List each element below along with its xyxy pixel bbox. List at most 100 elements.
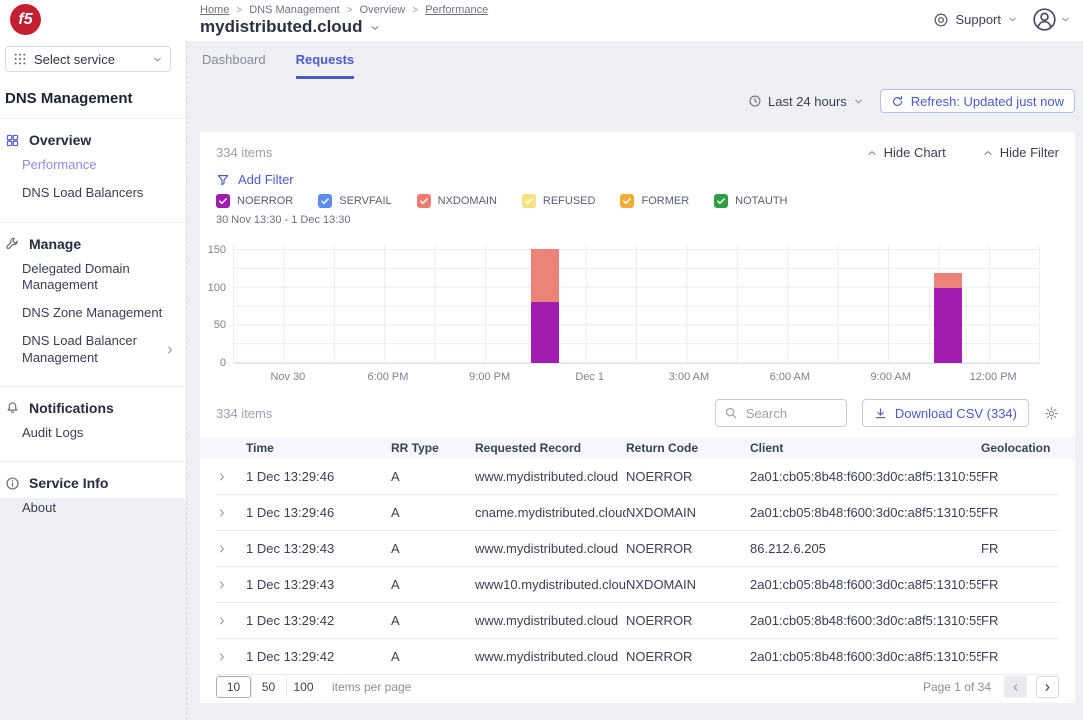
avatar [1032,7,1057,32]
breadcrumb-item[interactable]: Overview [360,4,406,16]
page-size-option-10[interactable]: 10 [216,676,251,698]
sidebar-item-delegated-domain-management[interactable]: Delegated Domain Management [5,255,186,300]
cell-client: 2a01:cb05:8b48:f600:3d0c:a8f5:1310:55f4 [750,649,981,664]
sidebar-group-overview[interactable]: Overview [5,129,186,151]
column-header-client: Client [750,441,981,455]
info-icon [5,476,20,491]
legend-item-former[interactable]: FORMER [620,194,689,208]
cell-time: 1 Dec 13:29:42 [246,649,391,664]
sidebar-group: OverviewPerformanceDNS Load Balancers [0,119,186,211]
column-header-return-code: Return Code [626,441,750,455]
legend-label: SERVFAIL [339,195,391,207]
sidebar-item-dns-load-balancers[interactable]: DNS Load Balancers [5,179,186,207]
chart-bar-segment-nxdomain [934,273,962,287]
cell-rr_type: A [391,613,475,628]
chart-date-range: 30 Nov 13:30 - 1 Dec 13:30 [216,214,351,226]
cell-time: 1 Dec 13:29:46 [246,505,391,520]
search-icon [724,406,738,420]
row-expand-chevron-icon[interactable] [216,579,246,591]
pagination-bar: 1050100 items per page Page 1 of 34 [216,674,1059,700]
chart-bar[interactable] [531,249,559,363]
table-row: 1 Dec 13:29:43Awww.mydistributed.cloudNO… [216,531,1059,567]
cell-geolocation: FR [981,649,1059,664]
row-expand-chevron-icon[interactable] [216,651,246,663]
sidebar-group-service-info[interactable]: Service Info [5,472,186,494]
tab-bar: Dashboard Requests [202,52,354,79]
legend-checkbox[interactable] [417,194,431,208]
sidebar-item-performance[interactable]: Performance [5,151,186,179]
sidebar-item-audit-logs[interactable]: Audit Logs [5,419,186,447]
add-filter-button[interactable]: Add Filter [216,172,294,187]
sidebar-group-label: Service Info [29,475,108,491]
legend-item-noerror[interactable]: NOERROR [216,194,293,208]
sidebar-group-manage[interactable]: Manage [5,233,186,255]
cell-requested_record: www10.mydistributed.cloud [475,577,626,592]
row-expand-chevron-icon[interactable] [216,543,246,555]
cell-return_code: NXDOMAIN [626,505,750,520]
service-title-row[interactable]: mydistributed.cloud [200,17,381,37]
breadcrumb: Home>DNS Management>Overview>Performance [200,4,488,16]
breadcrumb-item[interactable]: Performance [425,4,488,16]
hide-chart-button[interactable]: Hide Chart [866,145,946,160]
row-expand-chevron-icon[interactable] [216,615,246,627]
breadcrumb-separator: > [347,5,353,16]
cell-time: 1 Dec 13:29:43 [246,541,391,556]
sidebar-divider-line [186,41,187,720]
cell-requested_record: www.mydistributed.cloud [475,541,626,556]
cell-geolocation: FR [981,613,1059,628]
refresh-button[interactable]: Refresh: Updated just now [880,89,1075,113]
row-expand-chevron-icon[interactable] [216,507,246,519]
legend-checkbox[interactable] [714,194,728,208]
breadcrumb-item[interactable]: DNS Management [249,4,340,16]
legend-checkbox[interactable] [216,194,230,208]
legend-item-servfail[interactable]: SERVFAIL [318,194,391,208]
row-expand-chevron-icon[interactable] [216,471,246,483]
sidebar-group-label: Manage [29,236,81,252]
sidebar-item-label: Delegated Domain Management [22,261,130,292]
sidebar-group-notifications[interactable]: Notifications [5,397,186,419]
legend-item-nxdomain[interactable]: NXDOMAIN [417,194,497,208]
time-range-dropdown[interactable]: Last 24 hours [748,94,864,109]
cell-rr_type: A [391,649,475,664]
legend-checkbox[interactable] [522,194,536,208]
chart-bar[interactable] [934,273,962,363]
cell-geolocation: FR [981,577,1059,592]
legend-item-notauth[interactable]: NOTAUTH [714,194,787,208]
sidebar-item-dns-zone-management[interactable]: DNS Zone Management [5,299,186,327]
service-selector[interactable]: Select service [5,46,171,72]
top-header: f5 Home>DNS Management>Overview>Performa… [0,0,1083,41]
cell-geolocation: FR [981,469,1059,484]
cell-requested_record: www.mydistributed.cloud [475,469,626,484]
breadcrumb-item[interactable]: Home [200,4,229,16]
support-menu[interactable]: Support [933,12,1018,28]
legend-checkbox[interactable] [318,194,332,208]
cell-rr_type: A [391,541,475,556]
user-menu[interactable] [1032,7,1071,32]
sidebar-item-dns-load-balancer-management[interactable]: DNS Load Balancer Management [5,327,186,372]
sidebar-item-about[interactable]: About [5,494,186,522]
y-axis-label: 100 [200,282,226,294]
legend-checkbox[interactable] [620,194,634,208]
next-page-button[interactable] [1036,676,1059,698]
hide-filter-button[interactable]: Hide Filter [982,145,1059,160]
cell-client: 2a01:cb05:8b48:f600:3d0c:a8f5:1310:55f4 [750,577,981,592]
chevron-down-icon [853,96,864,107]
tab-dashboard[interactable]: Dashboard [202,52,266,79]
page-indicator: Page 1 of 34 [923,680,991,694]
previous-page-button[interactable] [1004,676,1027,698]
download-csv-button[interactable]: Download CSV (334) [862,399,1029,427]
tab-requests[interactable]: Requests [296,52,355,79]
table-settings-gear-icon[interactable] [1044,406,1059,421]
chart-bar-segment-nxdomain [531,249,559,302]
page-size-option-50[interactable]: 50 [251,676,286,698]
sidebar-group: Service Info About [0,462,186,525]
legend-item-refused[interactable]: REFUSED [522,194,596,208]
cell-rr_type: A [391,505,475,520]
search-input[interactable] [744,405,838,422]
page-size-option-100[interactable]: 100 [286,676,321,698]
sidebar-item-label: Audit Logs [22,425,83,440]
cell-client: 86.212.6.205 [750,541,981,556]
sidebar-item-label: DNS Load Balancer Management [22,333,137,364]
search-box[interactable] [715,399,847,427]
legend-label: NOERROR [237,195,293,207]
